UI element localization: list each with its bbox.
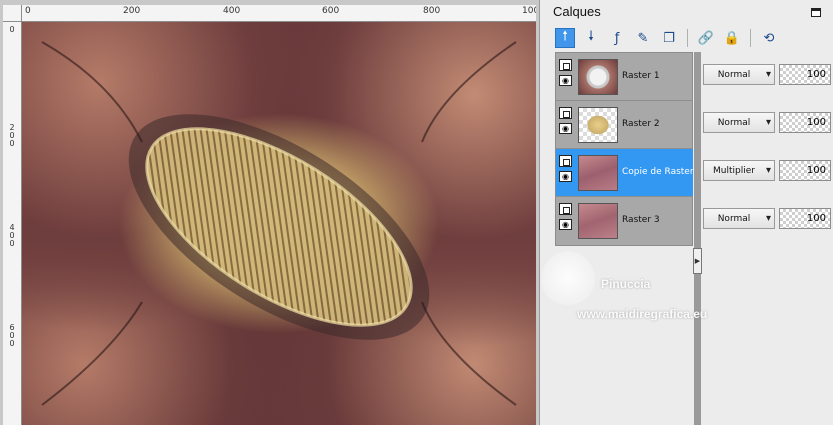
ruler-h-label: 600	[322, 6, 340, 16]
layer-copy-icon[interactable]: ❐	[659, 28, 679, 48]
layer-name: Copie de Raster 3	[622, 167, 703, 177]
ruler-h-label: 400	[223, 6, 241, 16]
layer-row-raster-3[interactable]: ◉ Raster 3	[556, 197, 693, 245]
vertical-ruler: 0 200 400 600	[3, 22, 22, 425]
canvas-area: 0 200 400 600 800 100 0 200 400 600	[0, 0, 540, 425]
move-layer-up-icon[interactable]: 🠕	[555, 28, 575, 48]
move-layer-down-icon[interactable]: 🠗	[581, 28, 601, 48]
blend-mode-select[interactable]: Normal	[703, 208, 775, 229]
layer-thumbnail	[578, 155, 618, 191]
toolbar-separator	[687, 29, 688, 47]
ruler-v-label: 600	[9, 323, 15, 348]
lock-icon[interactable]: 🔒	[722, 28, 742, 48]
group-icon[interactable]	[559, 155, 572, 167]
horizontal-ruler: 0 200 400 600 800 100	[22, 5, 536, 22]
toolbar-separator	[750, 29, 751, 47]
new-layer-icon[interactable]: ƒ	[607, 28, 627, 48]
ruler-v-label: 200	[9, 123, 15, 148]
panel-title: Calques	[553, 4, 601, 19]
ruler-h-label: 800	[423, 6, 441, 16]
image-canvas[interactable]	[22, 22, 536, 425]
blend-mode-select[interactable]: Normal	[703, 112, 775, 133]
watermark: Pinuccia www.maidiregrafica.eu	[541, 245, 801, 335]
layer-thumbnail	[578, 59, 618, 95]
fractal-artwork	[41, 41, 517, 406]
ruler-corner	[3, 5, 22, 22]
layer-list: ◉ Raster 1 ◉ Raster 2 ◉ Copie de Raster …	[555, 52, 702, 246]
layer-row-raster-2[interactable]: ◉ Raster 2	[556, 101, 693, 149]
layer-thumbnail	[578, 107, 618, 143]
opacity-field[interactable]: 100	[779, 208, 831, 229]
layer-row-raster-1[interactable]: ◉ Raster 1	[556, 53, 693, 101]
watermark-name: Pinuccia	[601, 277, 651, 291]
group-icon[interactable]	[559, 107, 572, 119]
layers-panel: Calques 🠕 🠗 ƒ ✎ ❐ 🔗 🔒 ⟲ ◉ Raster 1 ◉ Ras…	[541, 0, 833, 425]
opacity-field[interactable]: 100	[779, 64, 831, 85]
blend-mode-select[interactable]: Normal	[703, 64, 775, 85]
ruler-h-label: 100	[522, 6, 536, 16]
paint-application: 0 200 400 600 800 100 0 200 400 600	[0, 0, 833, 425]
splitter-handle[interactable]: ▶	[693, 248, 702, 274]
visibility-eye-icon[interactable]: ◉	[559, 75, 572, 86]
opacity-field[interactable]: 100	[779, 112, 831, 133]
visibility-eye-icon[interactable]: ◉	[559, 171, 572, 182]
blend-mode-select[interactable]: Multiplier	[703, 160, 775, 181]
layer-properties-icon[interactable]: ⟲	[759, 28, 779, 48]
group-icon[interactable]	[559, 59, 572, 71]
layer-name: Raster 1	[622, 71, 660, 81]
layer-name: Raster 2	[622, 119, 660, 129]
ruler-v-label: 0	[9, 25, 15, 34]
group-icon[interactable]	[559, 203, 572, 215]
heart-logo-icon	[541, 251, 595, 305]
panel-maximize-button[interactable]	[811, 8, 821, 17]
ruler-h-label: 0	[25, 6, 31, 16]
ruler-v-label: 400	[9, 223, 15, 248]
layers-toolbar: 🠕 🠗 ƒ ✎ ❐ 🔗 🔒 ⟲	[555, 27, 779, 49]
panel-splitter[interactable]	[694, 52, 701, 425]
opacity-field[interactable]: 100	[779, 160, 831, 181]
visibility-eye-icon[interactable]: ◉	[559, 123, 572, 134]
watermark-url: www.maidiregrafica.eu	[577, 307, 708, 321]
layer-name: Raster 3	[622, 215, 660, 225]
paint-layer-icon[interactable]: ✎	[633, 28, 653, 48]
link-icon[interactable]: 🔗	[696, 28, 716, 48]
ruler-h-label: 200	[123, 6, 141, 16]
layer-thumbnail	[578, 203, 618, 239]
visibility-eye-icon[interactable]: ◉	[559, 219, 572, 230]
layer-row-copie-de-raster-3[interactable]: ◉ Copie de Raster 3	[556, 149, 702, 197]
